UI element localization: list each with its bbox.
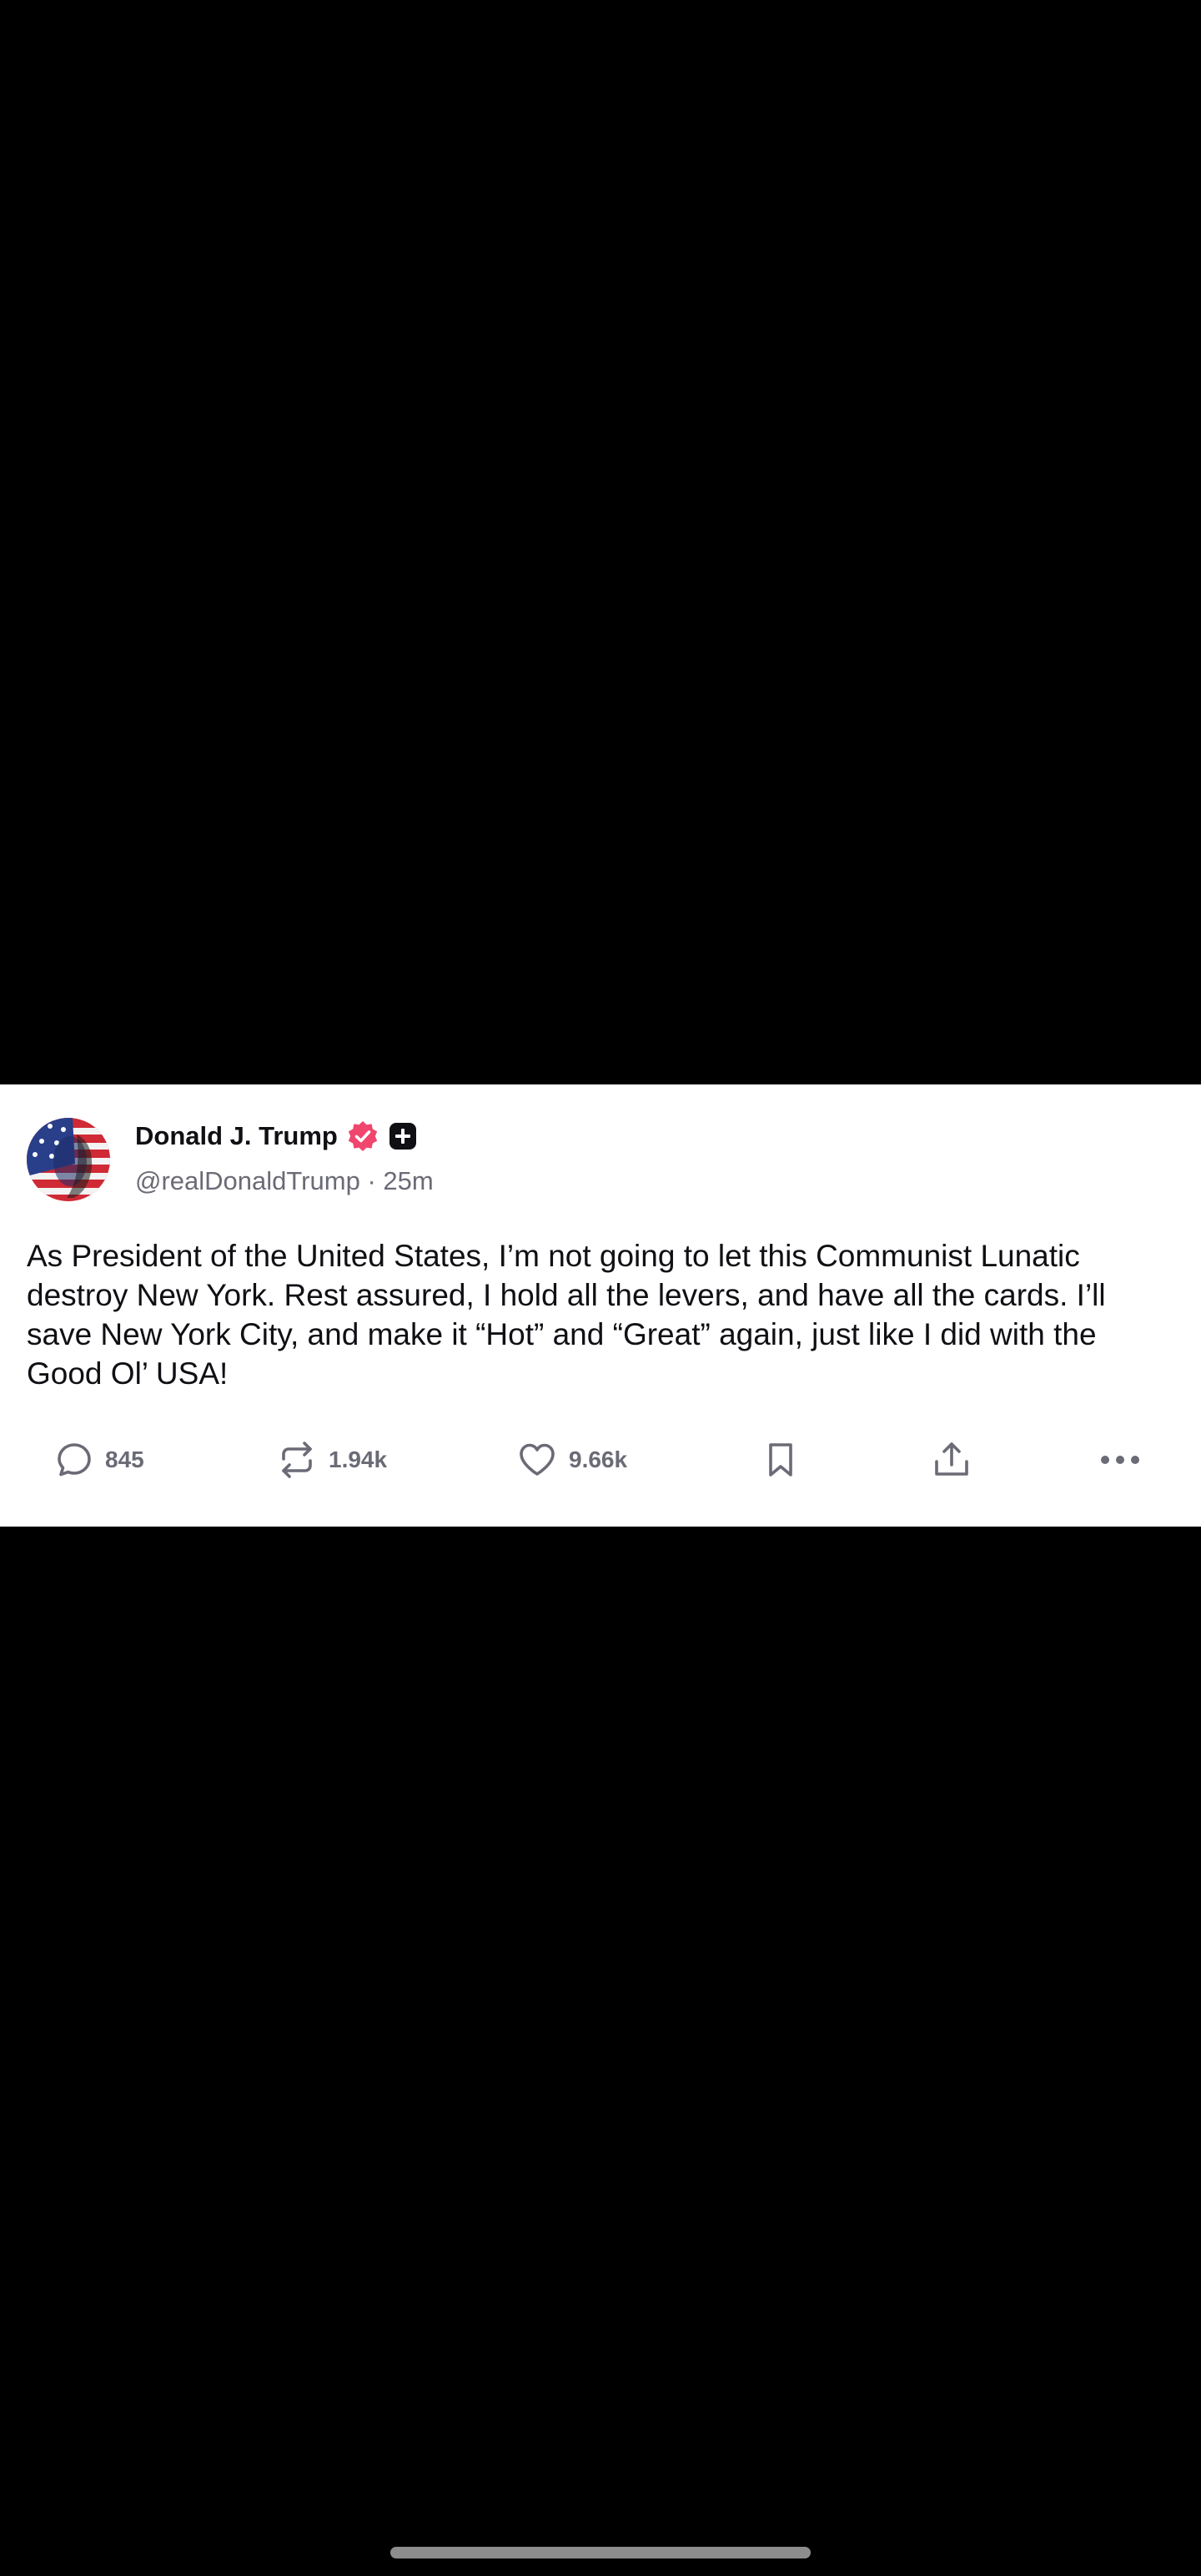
- more-icon: [1099, 1452, 1141, 1468]
- post-card[interactable]: Donald J. Trump @realDonaldTrump · 25m A…: [0, 1084, 1201, 1527]
- repost-count: 1.94k: [329, 1446, 388, 1472]
- like-icon: [517, 1441, 557, 1479]
- bookmark-button[interactable]: [762, 1435, 799, 1485]
- post-text: As President of the United States, I’m n…: [27, 1239, 1106, 1391]
- reply-icon: [55, 1441, 93, 1479]
- repost-icon: [277, 1441, 317, 1479]
- plus-badge-icon: [388, 1121, 418, 1151]
- post-time[interactable]: 25m: [383, 1166, 433, 1195]
- share-button[interactable]: [932, 1435, 972, 1485]
- action-bar: 845 1.94k 9.66k: [0, 1435, 1201, 1485]
- author-name[interactable]: Donald J. Trump: [135, 1121, 338, 1151]
- repost-button[interactable]: 1.94k: [277, 1435, 387, 1485]
- like-count: 9.66k: [569, 1446, 628, 1472]
- avatar[interactable]: [27, 1118, 110, 1201]
- bookmark-icon: [762, 1441, 799, 1479]
- home-indicator[interactable]: [390, 2547, 811, 2558]
- more-options-button[interactable]: [1099, 1435, 1141, 1485]
- author-handle[interactable]: @realDonaldTrump: [135, 1166, 360, 1195]
- like-button[interactable]: 9.66k: [517, 1435, 627, 1485]
- reply-count: 845: [105, 1446, 144, 1472]
- share-icon: [932, 1440, 972, 1480]
- author-row: Donald J. Trump: [135, 1116, 418, 1156]
- reply-button[interactable]: 845: [55, 1435, 144, 1485]
- handle-row: @realDonaldTrump · 25m: [135, 1166, 434, 1196]
- handle-separator: ·: [367, 1166, 376, 1195]
- verified-badge-icon: [346, 1119, 379, 1153]
